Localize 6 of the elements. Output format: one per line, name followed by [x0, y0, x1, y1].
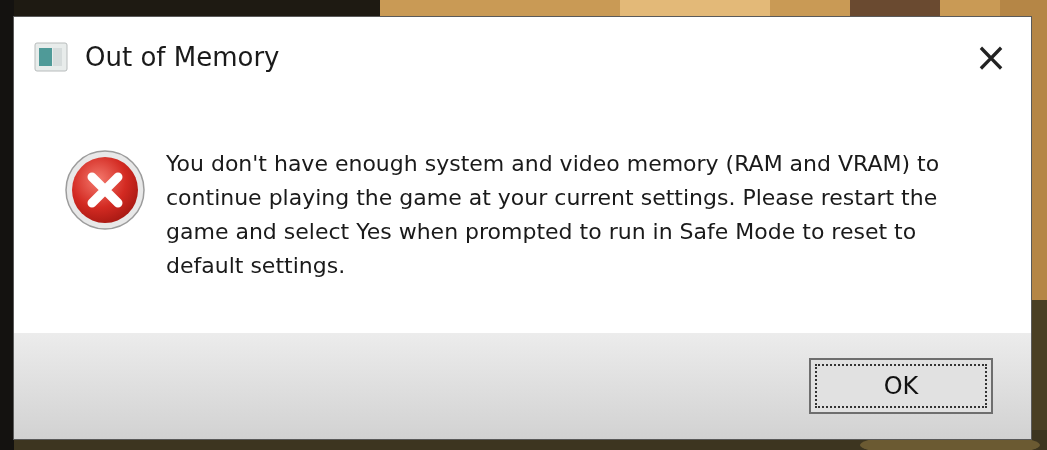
- error-icon: [64, 149, 146, 231]
- error-message: You don't have enough system and video memory (RAM and VRAM) to continue playing the game at your current settings. Please restart the game and select Yes when prompted to run in Safe Mode to reset to default settings.: [166, 150, 941, 280]
- window-title: Out of Memory: [85, 40, 280, 74]
- ok-button[interactable]: OK: [809, 358, 993, 414]
- close-button[interactable]: ×: [969, 35, 1013, 79]
- app-icon: [34, 42, 68, 72]
